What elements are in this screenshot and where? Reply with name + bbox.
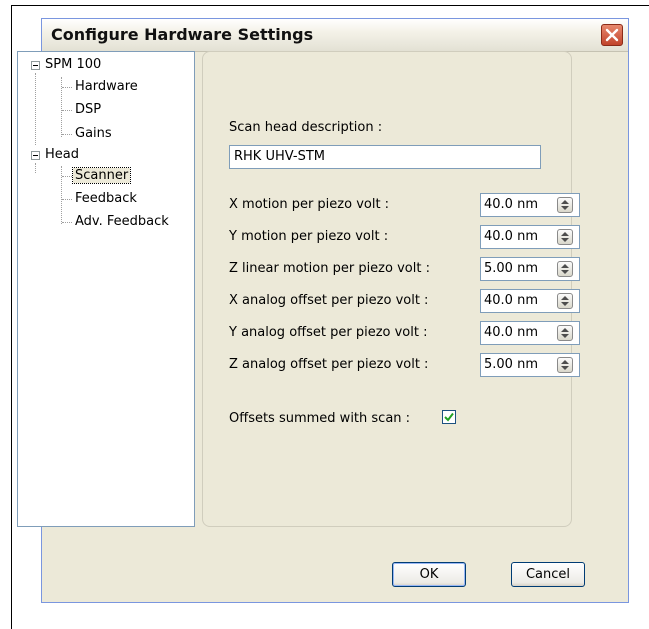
spin-updown-icon[interactable] bbox=[557, 357, 573, 373]
tree-item-label: Adv. Feedback bbox=[75, 214, 169, 229]
z-analog-offset-label: Z analog offset per piezo volt : bbox=[229, 357, 429, 372]
spin-updown-icon[interactable] bbox=[557, 229, 573, 245]
x-motion-value: 40.0 nm bbox=[484, 197, 538, 212]
tree-line bbox=[62, 87, 72, 88]
checkmark-icon bbox=[444, 412, 454, 422]
background-border-top bbox=[11, 5, 649, 6]
tree-item-spm-100[interactable]: SPM 100 bbox=[45, 56, 101, 74]
z-linear-motion-value: 5.00 nm bbox=[484, 261, 538, 276]
tree-line bbox=[61, 166, 62, 224]
y-motion-input[interactable]: 40.0 nm bbox=[480, 225, 580, 249]
x-motion-input[interactable]: 40.0 nm bbox=[480, 193, 580, 217]
y-motion-label: Y motion per piezo volt : bbox=[229, 229, 389, 244]
tree-item-label: Gains bbox=[75, 126, 112, 141]
spin-updown-icon[interactable] bbox=[557, 197, 573, 213]
tree-item-feedback[interactable]: Feedback bbox=[75, 190, 137, 208]
tree-item-gains[interactable]: Gains bbox=[75, 125, 112, 143]
spin-updown-icon[interactable] bbox=[557, 293, 573, 309]
z-analog-offset-input[interactable]: 5.00 nm bbox=[480, 353, 580, 377]
scan-head-description-input[interactable]: RHK UHV-STM bbox=[229, 145, 541, 169]
close-icon bbox=[605, 28, 619, 42]
y-analog-offset-label: Y analog offset per piezo volt : bbox=[229, 325, 428, 340]
background-border-left bbox=[11, 5, 12, 629]
tree-item-adv-feedback[interactable]: Adv. Feedback bbox=[75, 213, 169, 231]
tree-line bbox=[62, 134, 72, 135]
tree-item-label: Feedback bbox=[75, 191, 137, 206]
title-bar[interactable]: Configure Hardware Settings bbox=[42, 19, 628, 52]
z-analog-offset-value: 5.00 nm bbox=[484, 357, 538, 372]
tree-item-label: Head bbox=[45, 147, 79, 162]
tree-item-label: SPM 100 bbox=[45, 57, 102, 72]
x-analog-offset-input[interactable]: 40.0 nm bbox=[480, 289, 580, 313]
close-button[interactable] bbox=[601, 24, 623, 46]
settings-tree[interactable]: SPM 100 Hardware DSP Gains Head Scanner … bbox=[17, 51, 195, 527]
tree-item-hardware[interactable]: Hardware bbox=[75, 78, 138, 96]
spin-updown-icon[interactable] bbox=[557, 325, 573, 341]
offsets-summed-label: Offsets summed with scan : bbox=[229, 411, 411, 426]
tree-line bbox=[35, 73, 36, 145]
cancel-button[interactable]: Cancel bbox=[511, 562, 585, 587]
tree-item-scanner[interactable]: Scanner bbox=[71, 167, 132, 185]
y-analog-offset-input[interactable]: 40.0 nm bbox=[480, 321, 580, 345]
tree-item-label-selected: Scanner bbox=[71, 167, 132, 184]
x-analog-offset-label: X analog offset per piezo volt : bbox=[229, 293, 429, 308]
tree-line bbox=[35, 163, 36, 173]
scan-head-description-label: Scan head description : bbox=[229, 120, 383, 135]
tree-collapse-icon[interactable] bbox=[31, 151, 40, 160]
z-linear-motion-label: Z linear motion per piezo volt : bbox=[229, 261, 430, 276]
tree-collapse-icon[interactable] bbox=[31, 61, 40, 70]
tree-item-dsp[interactable]: DSP bbox=[75, 101, 101, 119]
spin-updown-icon[interactable] bbox=[557, 261, 573, 277]
tree-line bbox=[62, 222, 72, 223]
ok-button[interactable]: OK bbox=[392, 562, 466, 587]
x-analog-offset-value: 40.0 nm bbox=[484, 293, 538, 308]
z-linear-motion-input[interactable]: 5.00 nm bbox=[480, 257, 580, 281]
dialog-title: Configure Hardware Settings bbox=[51, 25, 314, 44]
tree-line bbox=[62, 110, 72, 111]
tree-item-label: Hardware bbox=[75, 79, 138, 94]
y-motion-value: 40.0 nm bbox=[484, 229, 538, 244]
x-motion-label: X motion per piezo volt : bbox=[229, 197, 390, 212]
tree-line bbox=[61, 77, 62, 137]
offsets-summed-checkbox[interactable] bbox=[442, 410, 456, 424]
tree-item-head[interactable]: Head bbox=[45, 146, 79, 164]
tree-line bbox=[62, 176, 72, 177]
tree-item-label: DSP bbox=[75, 102, 102, 117]
y-analog-offset-value: 40.0 nm bbox=[484, 325, 538, 340]
tree-line bbox=[62, 199, 72, 200]
